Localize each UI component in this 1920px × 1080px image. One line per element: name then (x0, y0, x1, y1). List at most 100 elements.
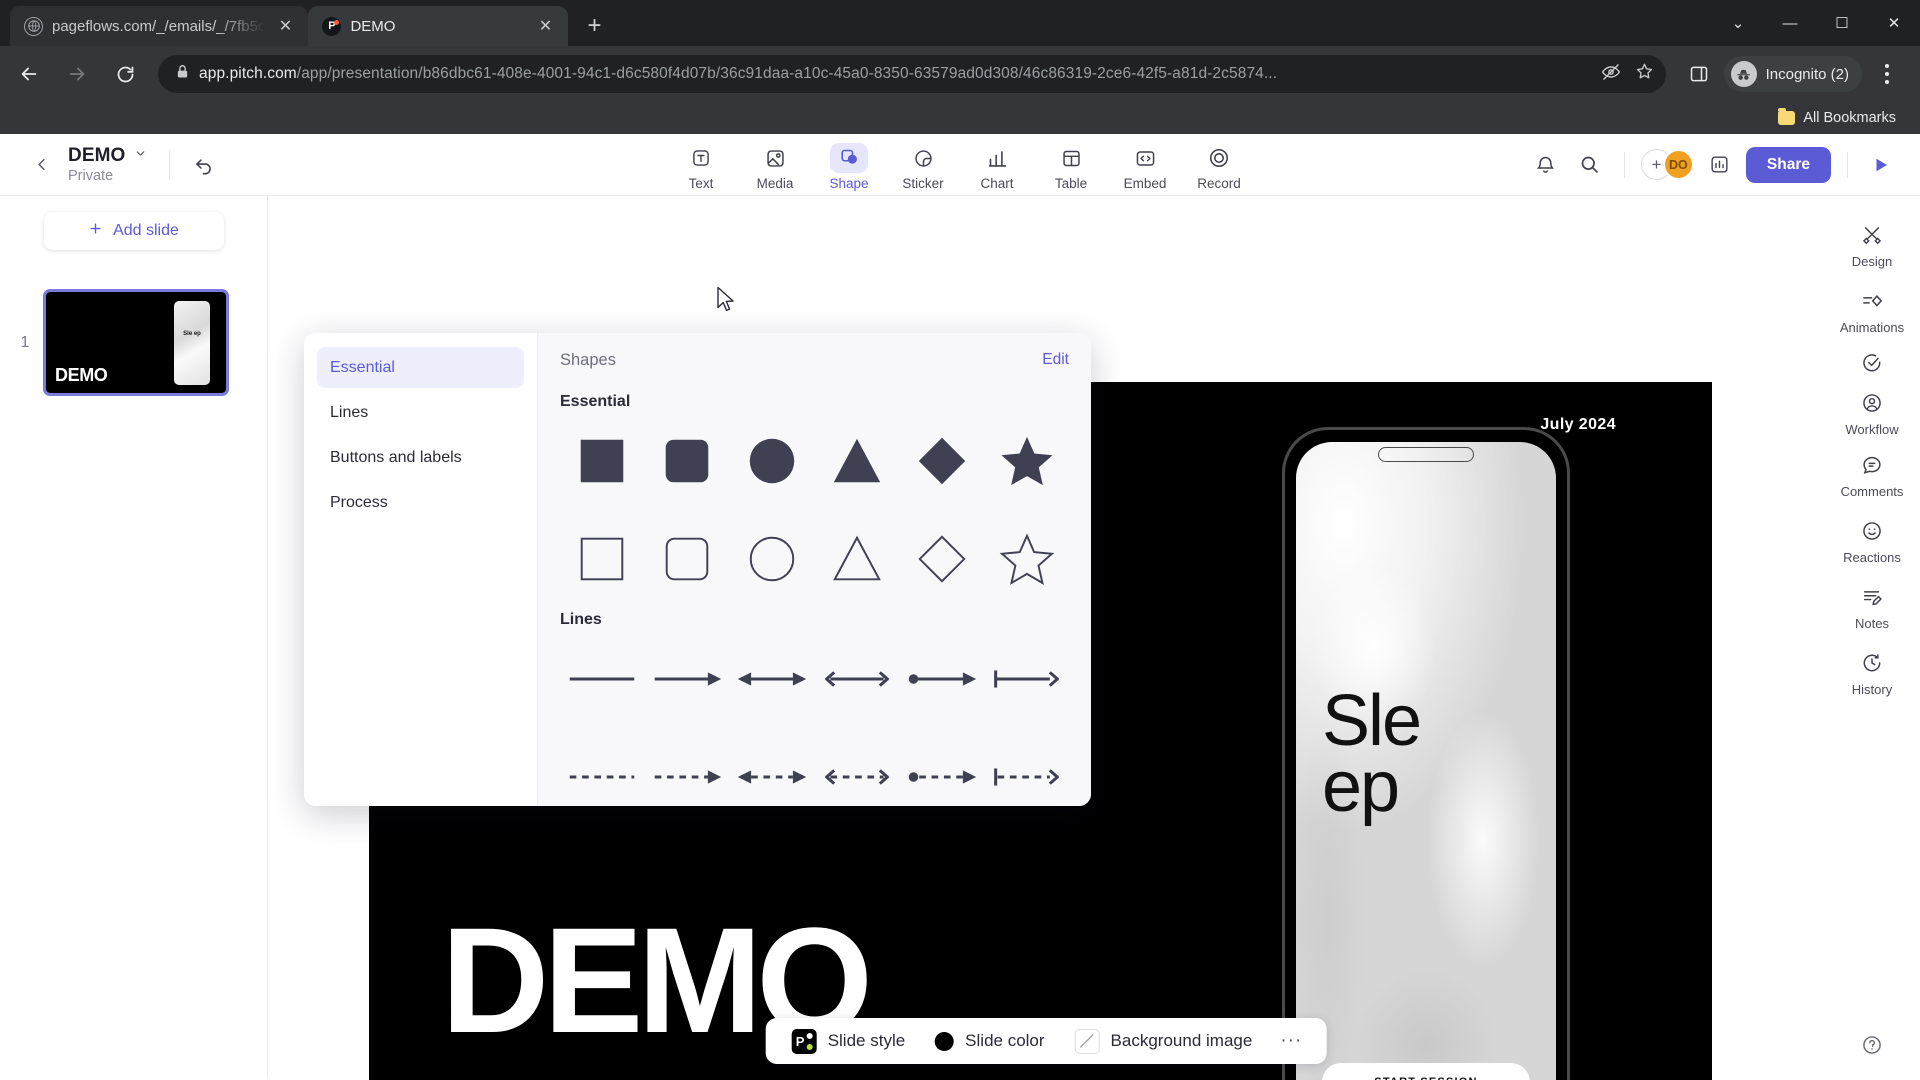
profile-incognito-chip[interactable]: Incognito (2) (1723, 56, 1862, 92)
sidebar-item-workflow-user[interactable]: Workflow (1832, 384, 1912, 440)
start-session-button[interactable]: START SESSION (1322, 1063, 1530, 1080)
text-icon (682, 143, 720, 173)
shape-star-outline[interactable] (984, 513, 1069, 605)
url-path: /app/presentation/b86dbc61-408e-4001-94c… (296, 65, 1278, 82)
browser-tab-2[interactable]: P DEMO ✕ (308, 6, 569, 46)
shapes-category-process[interactable]: Process (317, 482, 524, 523)
tool-text[interactable]: Text (666, 138, 736, 194)
browser-tab-1[interactable]: pageflows.com/_/emails/_/7fb5c ✕ (10, 6, 309, 46)
reload-button[interactable] (104, 53, 146, 95)
slide-color-label: Slide color (965, 1031, 1045, 1050)
slide-number: 1 (20, 333, 30, 351)
shape-triangle-filled[interactable] (815, 415, 900, 507)
address-bar[interactable]: app.pitch.com/app/presentation/b86dbc61-… (158, 55, 1666, 93)
more-options-button[interactable]: ··· (1270, 1024, 1312, 1058)
shape-rounded-square-filled[interactable] (645, 415, 730, 507)
shape-rounded-square-outline[interactable] (645, 513, 730, 605)
back-button[interactable] (8, 53, 50, 95)
tool-chart[interactable]: Chart (962, 138, 1032, 194)
shapes-category-buttons-and-labels[interactable]: Buttons and labels (317, 437, 524, 478)
sidebar-item-animations[interactable]: Animations (1832, 278, 1912, 342)
side-panel-button[interactable] (1678, 53, 1720, 95)
shape-square-outline[interactable] (560, 513, 645, 605)
tool-sticker[interactable]: Sticker (888, 138, 958, 194)
shape-triangle-outline[interactable] (815, 513, 900, 605)
minimize-button[interactable]: — (1764, 0, 1816, 46)
dashed-arrow-right[interactable] (645, 731, 730, 806)
shape-diamond-filled[interactable] (899, 415, 984, 507)
chevron-down-icon[interactable] (134, 147, 147, 165)
shape-diamond-outline[interactable] (899, 513, 984, 605)
tool-shape[interactable]: Shape (814, 138, 884, 194)
background-image-button[interactable]: Background image (1063, 1023, 1265, 1060)
slide-color-button[interactable]: Slide color (923, 1025, 1056, 1057)
close-icon[interactable]: ✕ (274, 15, 296, 37)
dashed-dot-arrow[interactable] (899, 731, 984, 806)
tool-label: Media (756, 176, 794, 191)
shape-square-filled[interactable] (560, 415, 645, 507)
window-close-button[interactable]: ✕ (1868, 0, 1920, 46)
folder-icon (1778, 108, 1796, 125)
tool-label: Shape (829, 176, 869, 191)
tool-record[interactable]: Record (1184, 138, 1254, 194)
shapes-content: Shapes Edit Essential Lines (537, 333, 1091, 806)
analytics-icon[interactable] (1702, 147, 1738, 183)
sidebar-label: Notes (1855, 616, 1889, 631)
shape-circle-outline[interactable] (730, 513, 815, 605)
line-dot-arrow[interactable] (899, 633, 984, 725)
close-icon[interactable]: ✕ (534, 15, 556, 37)
line-arrow-both-solid[interactable] (730, 633, 815, 725)
sidebar-item-history[interactable]: History (1832, 640, 1912, 704)
phone-app-title-line2: ep (1322, 747, 1400, 828)
tool-table[interactable]: Table (1036, 138, 1106, 194)
dashed-arrow-both-thin[interactable] (815, 731, 900, 806)
sidebar-item-design[interactable]: Design (1832, 212, 1912, 276)
forward-button[interactable] (56, 53, 98, 95)
present-play-icon[interactable] (1864, 148, 1898, 182)
bookmark-star-icon[interactable] (1635, 62, 1654, 86)
notifications-icon[interactable] (1528, 147, 1564, 183)
dashed-bar-arrow[interactable] (984, 731, 1069, 806)
slide-list-item[interactable]: 1 DEMO Sle ep (0, 289, 267, 396)
maximize-button[interactable]: ☐ (1816, 0, 1868, 46)
add-slide-button[interactable]: Add slide (43, 212, 224, 250)
undo-icon[interactable] (186, 148, 220, 182)
user-circle-icon (1854, 387, 1890, 419)
new-tab-button[interactable]: + (574, 6, 614, 46)
slide-thumbnail[interactable]: DEMO Sle ep (43, 289, 229, 396)
sidebar-item-workflow[interactable] (1832, 344, 1912, 382)
dashed-plain[interactable] (560, 731, 645, 806)
avatar[interactable]: DO (1662, 149, 1694, 180)
sidebar-item-comments[interactable]: Comments (1832, 442, 1912, 506)
deck-meta[interactable]: DEMO Private (62, 145, 153, 184)
share-button[interactable]: Share (1745, 146, 1831, 183)
sidebar-item-notes[interactable]: Notes (1832, 574, 1912, 638)
back-to-workspace-icon[interactable] (24, 148, 58, 182)
tool-embed[interactable]: Embed (1110, 138, 1180, 194)
phone-mockup[interactable]: Sle ep START SESSION (1282, 427, 1570, 1080)
sidebar-label: Design (1851, 254, 1893, 269)
all-bookmarks-button[interactable]: All Bookmarks (1770, 107, 1904, 129)
line-plain[interactable] (560, 633, 645, 725)
thumb-phone-label: Sle ep (183, 331, 201, 337)
sidebar-item-reactions[interactable]: Reactions (1832, 508, 1912, 572)
search-icon[interactable] (1572, 147, 1608, 183)
shape-star-filled[interactable] (984, 415, 1069, 507)
shapes-category-essential[interactable]: Essential (317, 347, 524, 388)
help-button[interactable] (1855, 1028, 1889, 1062)
shapes-group-title-essential: Essential (560, 393, 631, 410)
slide-style-button[interactable]: P Slide style (780, 1023, 917, 1060)
line-arrow-both-thin[interactable] (815, 633, 900, 725)
phone-app-title-line1: Sle (1322, 681, 1422, 761)
shapes-edit-button[interactable]: Edit (1042, 351, 1069, 369)
tab-search-chevron-icon[interactable]: ⌄ (1712, 0, 1764, 46)
tool-media[interactable]: Media (740, 138, 810, 194)
line-bar-arrow[interactable] (984, 633, 1069, 725)
line-arrow-right[interactable] (645, 633, 730, 725)
shape-circle-filled[interactable] (730, 415, 815, 507)
hide-tracking-icon[interactable] (1601, 62, 1621, 87)
dashed-arrow-both-solid[interactable] (730, 731, 815, 806)
shapes-category-lines[interactable]: Lines (317, 392, 524, 433)
divider (169, 149, 171, 180)
chrome-menu-button[interactable] (1866, 53, 1908, 95)
